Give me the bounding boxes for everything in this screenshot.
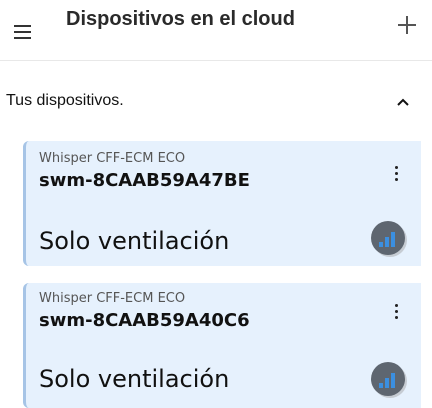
device-mode: Solo ventilación: [39, 227, 230, 255]
device-card[interactable]: Whisper CFF-ECM ECO swm-8CAAB59A40C6 Sol…: [23, 283, 421, 408]
section-title: Tus dispositivos.: [6, 92, 124, 109]
device-model: Whisper CFF-ECM ECO: [39, 151, 186, 166]
hamburger-menu-icon[interactable]: [12, 20, 36, 44]
header-divider: [0, 60, 432, 61]
signal-strength-icon[interactable]: [370, 361, 408, 399]
device-mode: Solo ventilación: [39, 365, 230, 393]
device-id: swm-8CAAB59A47BE: [39, 170, 250, 191]
add-device-button[interactable]: [396, 14, 418, 36]
more-vert-icon[interactable]: [390, 301, 404, 321]
device-id: swm-8CAAB59A40C6: [39, 310, 250, 331]
chevron-up-icon[interactable]: [393, 92, 413, 112]
app-bar: Dispositivos en el cloud: [0, 0, 432, 60]
device-model: Whisper CFF-ECM ECO: [39, 291, 186, 306]
page-title: Dispositivos en el cloud: [66, 8, 295, 30]
device-card[interactable]: Whisper CFF-ECM ECO swm-8CAAB59A47BE Sol…: [23, 141, 421, 266]
more-vert-icon[interactable]: [390, 163, 404, 183]
signal-strength-icon[interactable]: [370, 220, 408, 258]
